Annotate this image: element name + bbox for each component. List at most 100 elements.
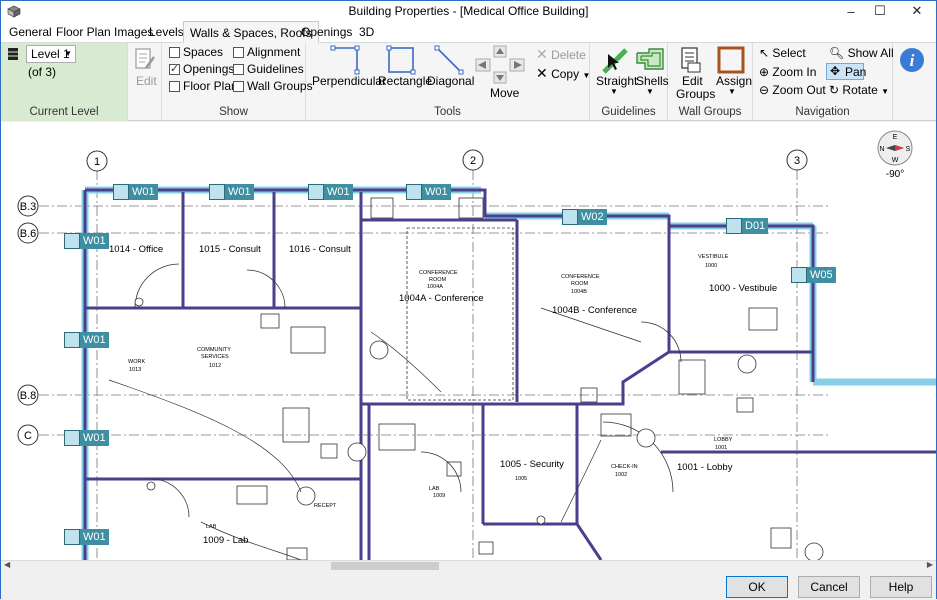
perpendicular-wall-icon: [330, 45, 360, 75]
chevron-down-icon: ▼: [64, 49, 72, 58]
wall-label-w01[interactable]: W01: [209, 184, 254, 200]
rotate-tool[interactable]: ↻ Rotate ▼: [829, 83, 889, 97]
navigation-group-label: Navigation: [795, 106, 850, 118]
wall-groups-label: Wall Groups: [247, 79, 313, 93]
plan-note: 1009: [433, 493, 446, 499]
rectangle-wall-icon: [386, 45, 416, 75]
wall-label-text: W01: [324, 184, 353, 200]
window-icon: [113, 184, 129, 200]
wall-label-w01[interactable]: W01: [64, 529, 109, 545]
edit-button-label[interactable]: Edit: [136, 74, 157, 88]
plan-note: WORK: [128, 359, 146, 365]
wall-label-d01[interactable]: D01: [726, 218, 769, 234]
rotate-icon: ↻: [829, 83, 840, 97]
level-select[interactable]: Level 1 ▼: [26, 45, 76, 63]
openings-checkbox[interactable]: [169, 62, 180, 75]
delete-button[interactable]: ✕ Delete: [536, 46, 586, 63]
straight-button[interactable]: Straight: [596, 74, 637, 88]
tools-group: Perpendicular Rectangle Diagonal Move ✕ …: [306, 43, 590, 121]
guidelines-checkbox[interactable]: [233, 64, 244, 75]
plan-note: 1001: [715, 445, 728, 451]
wall-label-w05[interactable]: W05: [791, 267, 836, 283]
shells-dropdown-icon[interactable]: ▼: [646, 87, 654, 96]
move-label: Move: [490, 86, 520, 100]
rotate-dropdown-icon: ▼: [881, 87, 890, 96]
maximize-button[interactable]: ☐: [863, 1, 897, 21]
room-label[interactable]: 1004A - Conference: [399, 293, 484, 304]
alignment-label: Alignment: [247, 45, 301, 59]
wall-label-text: W01: [129, 184, 158, 200]
straight-guideline-icon: [602, 48, 628, 74]
pointer-icon: ↖: [759, 46, 770, 60]
info-icon[interactable]: i: [899, 47, 925, 73]
cancel-button[interactable]: Cancel: [798, 576, 860, 598]
edit-group: Edit: [128, 43, 162, 121]
svg-text:S: S: [906, 146, 911, 153]
move-arrows-icon[interactable]: [474, 45, 526, 85]
window-icon: [64, 332, 80, 348]
plan-note: ROOM: [429, 277, 447, 283]
plan-note: CONFERENCE: [561, 274, 600, 280]
spaces-checkbox[interactable]: [169, 47, 180, 58]
svg-text:W: W: [892, 157, 899, 164]
wall-label-w01[interactable]: W01: [113, 184, 158, 200]
wall-label-w01[interactable]: W01: [64, 233, 109, 249]
floor-plan-canvas[interactable]: 1 2 3 B.3 B.6 B.8 C E N S W -90° W01 W01…: [1, 122, 936, 560]
plan-note: 1004B: [571, 289, 587, 295]
window-icon: [406, 184, 422, 200]
wall-label-text: W01: [80, 529, 109, 545]
window-icon: [562, 209, 578, 225]
tab-3d[interactable]: 3D: [353, 21, 380, 43]
zoom-in-tool[interactable]: ⊕ Zoom In: [759, 65, 816, 79]
assign-dropdown-icon[interactable]: ▼: [728, 87, 736, 96]
navigation-group: ↖ Select ⊕ Zoom In ⊖ Zoom Out 🔍︎ Show Al…: [753, 43, 894, 121]
straight-dropdown-icon[interactable]: ▼: [610, 87, 618, 96]
window-icon: [64, 529, 80, 545]
room-label[interactable]: 1009 - Lab: [203, 535, 248, 546]
room-label[interactable]: 1015 - Consult: [199, 244, 261, 255]
scroll-left-icon[interactable]: ◀: [4, 560, 10, 569]
room-label[interactable]: 1000 - Vestibule: [709, 283, 777, 294]
diagonal-button[interactable]: Diagonal: [427, 74, 474, 88]
wall-label-w01[interactable]: W01: [64, 430, 109, 446]
copy-button[interactable]: ✕ Copy ▼: [536, 65, 590, 82]
alignment-checkbox[interactable]: [233, 47, 244, 58]
rectangle-button[interactable]: Rectangle: [378, 74, 432, 88]
wall-label-w02[interactable]: W02: [562, 209, 607, 225]
wall-label-w01[interactable]: W01: [308, 184, 353, 200]
show-all-tool[interactable]: 🔍︎ Show All: [829, 46, 894, 60]
room-label[interactable]: 1014 - Office: [109, 244, 163, 255]
magnifier-icon: 🔍︎: [829, 46, 845, 60]
ribbon-tab-bar: General Floor Plan Images Levels Walls &…: [1, 21, 936, 43]
edit-groups-button-line1[interactable]: Edit: [682, 74, 703, 88]
floor-plan-checkbox[interactable]: [169, 81, 180, 92]
room-label[interactable]: 1004B - Conference: [552, 305, 637, 316]
svg-text:i: i: [910, 51, 915, 70]
scroll-right-icon[interactable]: ▶: [927, 560, 933, 569]
horizontal-scrollbar[interactable]: ◀ ▶: [1, 560, 936, 570]
help-button[interactable]: Help: [870, 576, 932, 598]
guidelines-group-label: Guidelines: [601, 106, 656, 118]
ok-button[interactable]: OK: [726, 576, 788, 598]
assign-button[interactable]: Assign: [716, 74, 752, 88]
compass-icon[interactable]: E N S W -90°: [877, 130, 913, 180]
scrollbar-thumb[interactable]: [331, 562, 439, 570]
room-label[interactable]: 1005 - Security: [500, 459, 564, 470]
pan-tool[interactable]: ✥ Pan: [826, 63, 866, 80]
room-label[interactable]: 1016 - Consult: [289, 244, 351, 255]
select-tool[interactable]: ↖ Select: [759, 46, 806, 60]
shells-button[interactable]: Shells: [636, 74, 669, 88]
wall-label-w01[interactable]: W01: [64, 332, 109, 348]
wall-label-w01[interactable]: W01: [406, 184, 451, 200]
edit-document-icon: [135, 48, 156, 69]
tab-openings[interactable]: Openings: [295, 21, 358, 43]
level-stack-icon: [8, 48, 18, 60]
perpendicular-button[interactable]: Perpendicular: [312, 74, 386, 88]
zoom-out-tool[interactable]: ⊖ Zoom Out: [759, 83, 826, 97]
wall-label-text: W01: [225, 184, 254, 200]
wall-groups-checkbox[interactable]: [233, 81, 244, 92]
building-properties-window: Building Properties - [Medical Office Bu…: [0, 0, 937, 600]
room-label[interactable]: 1001 - Lobby: [677, 462, 732, 473]
close-button[interactable]: ✕: [900, 1, 934, 21]
edit-groups-button-line2[interactable]: Groups: [676, 87, 715, 101]
